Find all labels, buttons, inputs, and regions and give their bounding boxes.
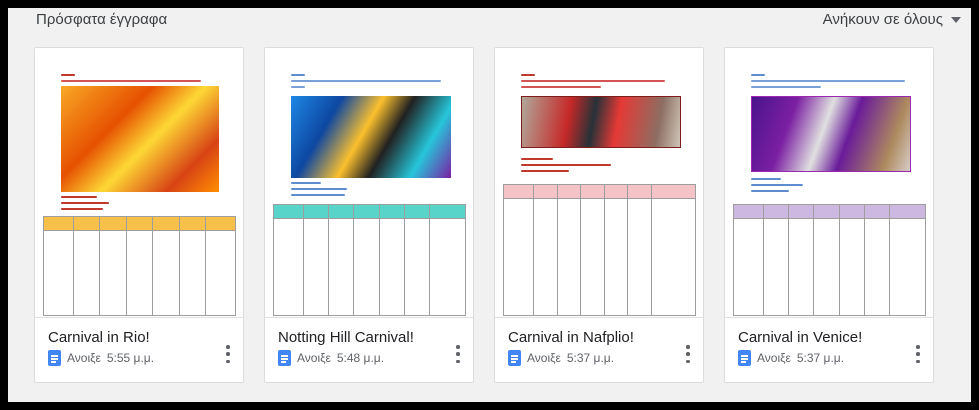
carnival-photo [521, 96, 681, 148]
document-action: Ανοιξε [527, 351, 561, 365]
more-options-icon[interactable] [916, 345, 920, 363]
document-thumbnail [495, 48, 703, 318]
more-options-icon[interactable] [226, 345, 230, 363]
document-title: Carnival in Rio! [48, 329, 150, 346]
recent-documents-panel: Πρόσφατα έγγραφα Ανήκουν σε όλους Carniv… [8, 8, 971, 402]
document-time: 5:48 μ.μ. [336, 351, 385, 365]
document-card-nafplio[interactable]: Carnival in Nafplio! Ανοιξε 5:37 μ.μ. [494, 47, 704, 383]
docs-file-icon [278, 350, 291, 366]
docs-file-icon [738, 350, 751, 366]
document-thumbnail [35, 48, 243, 318]
document-time: 5:37 μ.μ. [796, 351, 845, 365]
more-options-icon[interactable] [456, 345, 460, 363]
document-thumbnail [265, 48, 473, 318]
document-meta: Ανοιξε 5:37 μ.μ. [738, 350, 844, 366]
more-options-icon[interactable] [686, 345, 690, 363]
document-title: Carnival in Nafplio! [508, 329, 634, 346]
document-title: Carnival in Venice! [738, 329, 863, 346]
owner-filter-label: Ανήκουν σε όλους [822, 11, 943, 28]
section-title: Πρόσφατα έγγραφα [36, 11, 168, 28]
document-action: Ανοιξε [297, 351, 331, 365]
document-meta: Ανοιξε 5:48 μ.μ. [278, 350, 384, 366]
document-card-rio[interactable]: Carnival in Rio! Ανοιξε 5:55 μ.μ. [34, 47, 244, 383]
document-meta: Ανοιξε 5:37 μ.μ. [508, 350, 614, 366]
carnival-photo [61, 86, 219, 192]
document-meta: Ανοιξε 5:55 μ.μ. [48, 350, 154, 366]
docs-file-icon [48, 350, 61, 366]
document-title: Notting Hill Carnival! [278, 329, 414, 346]
docs-file-icon [508, 350, 521, 366]
caret-down-icon [951, 16, 961, 23]
owner-filter-dropdown[interactable]: Ανήκουν σε όλους [823, 11, 961, 28]
carnival-photo [751, 96, 911, 172]
document-thumbnail [725, 48, 933, 318]
document-action: Ανοιξε [757, 351, 791, 365]
document-time: 5:37 μ.μ. [566, 351, 615, 365]
document-time: 5:55 μ.μ. [106, 351, 155, 365]
document-action: Ανοιξε [67, 351, 101, 365]
carnival-photo [291, 96, 451, 178]
document-card-notting-hill[interactable]: Notting Hill Carnival! Ανοιξε 5:48 μ.μ. [264, 47, 474, 383]
document-card-venice[interactable]: Carnival in Venice! Ανοιξε 5:37 μ.μ. [724, 47, 934, 383]
